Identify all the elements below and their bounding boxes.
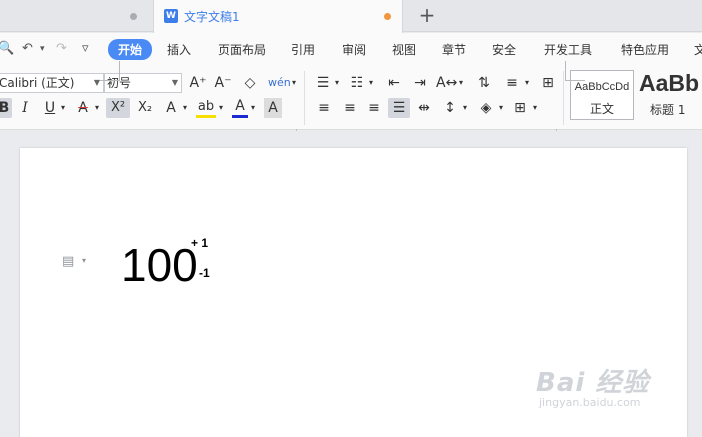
chevron-down-icon[interactable]: ▾ — [92, 98, 102, 118]
subscript-button[interactable]: X₂ — [134, 98, 156, 118]
text-direction-icon[interactable]: A↔ — [436, 73, 457, 93]
align-left-icon[interactable]: ≡ — [314, 98, 334, 118]
chevron-down-icon[interactable]: ▾ — [248, 98, 258, 118]
menu-review[interactable]: 审阅 — [342, 41, 366, 58]
tab-status-dot — [130, 13, 137, 20]
menu-security[interactable]: 安全 — [492, 41, 516, 58]
style-normal-label: 正文 — [589, 102, 614, 116]
margin-corner-top-right — [565, 61, 585, 81]
line-spacing-icon[interactable]: ≡ — [502, 73, 522, 93]
superscript-button[interactable]: X² — [106, 98, 130, 118]
highlight-icon[interactable]: ab — [196, 98, 216, 118]
menu-section[interactable]: 章节 — [442, 41, 466, 58]
sort-icon[interactable]: ⇅ — [474, 73, 494, 93]
chevron-down-icon[interactable]: ▾ — [460, 98, 470, 118]
margin-corner-top-left — [100, 61, 120, 81]
chevron-down-icon[interactable]: ▾ — [522, 73, 532, 93]
chevron-down-icon[interactable]: ▾ — [332, 73, 342, 93]
paragraph-layout-icon[interactable]: ▤ — [62, 255, 74, 269]
distributed-align-icon[interactable]: ⇹ — [414, 98, 434, 118]
align-center-icon[interactable]: ≡ — [340, 98, 360, 118]
chevron-down-icon[interactable]: ▾ — [58, 98, 68, 118]
tab-bar: W 文字文稿1 + — [0, 0, 702, 33]
chevron-down-icon[interactable]: ▾ — [456, 73, 466, 93]
underline-button[interactable]: U — [42, 98, 58, 118]
watermark: Bai 经验 jingyan.baidu.com — [536, 362, 650, 409]
font-family-select[interactable]: Calibri (正文) ▼ — [0, 73, 104, 93]
pinyin-guide-icon[interactable]: wén — [268, 73, 291, 93]
shading-fill-icon[interactable]: ◈ — [476, 98, 496, 118]
document-subscript: -1 — [199, 266, 210, 280]
clear-format-icon[interactable]: ◇ — [240, 73, 260, 93]
menu-home[interactable]: 开始 — [108, 39, 153, 60]
style-heading-sample: AaBb — [639, 70, 700, 96]
undo-icon[interactable]: ↶ — [22, 40, 33, 58]
increase-indent-icon[interactable]: ⇥ — [410, 73, 430, 93]
font-color-icon[interactable]: A — [232, 98, 248, 118]
chevron-down-icon[interactable]: ▾ — [290, 73, 298, 93]
tab-title: 文字文稿1 — [184, 10, 240, 24]
chevron-down-icon[interactable]: ▾ — [82, 256, 86, 265]
chevron-down-icon[interactable]: ▾ — [530, 98, 540, 118]
grow-font-icon[interactable]: A⁺ — [188, 73, 208, 93]
tab-document[interactable]: W 文字文稿1 — [153, 0, 403, 33]
align-right-icon[interactable]: ≡ — [364, 98, 384, 118]
watermark-url: jingyan.baidu.com — [539, 396, 641, 409]
document-text[interactable]: 100 — [121, 237, 198, 293]
redo-icon[interactable]: ↷ — [56, 40, 67, 58]
menu-special[interactable]: 特色应用 — [621, 41, 669, 58]
chevron-down-icon[interactable]: ▾ — [496, 98, 506, 118]
menu-developer[interactable]: 开发工具 — [544, 41, 592, 58]
menu-insert[interactable]: 插入 — [167, 41, 191, 58]
chevron-down-icon[interactable]: ▾ — [180, 98, 190, 118]
font-family-value: Calibri (正文) — [0, 76, 75, 90]
group-separator — [304, 71, 305, 125]
new-tab-button[interactable]: + — [416, 4, 438, 26]
unsaved-dot — [384, 13, 391, 20]
ribbon: 🔍 ↶ ▾ ↷ ▿ 开始 插入 页面布局 引用 审阅 视图 章节 安全 开发工具… — [0, 33, 702, 133]
menu-view[interactable]: 视图 — [392, 41, 416, 58]
writer-doc-icon: W — [164, 9, 178, 23]
justify-icon[interactable]: ☰ — [388, 98, 410, 118]
print-preview-icon[interactable]: 🔍 — [0, 40, 14, 58]
paragraph-spacing-icon[interactable]: ↕ — [440, 98, 460, 118]
group-separator — [563, 71, 564, 125]
numbered-list-icon[interactable]: ☷ — [348, 73, 366, 93]
shrink-font-icon[interactable]: A⁻ — [213, 73, 233, 93]
style-heading-label: 标题 1 — [650, 103, 686, 117]
decrease-indent-icon[interactable]: ⇤ — [384, 73, 404, 93]
watermark-logo: Bai 经验 — [536, 368, 650, 398]
document-superscript: + 1 — [191, 236, 209, 250]
table-icon[interactable]: ⊞ — [538, 73, 558, 93]
strikethrough-button[interactable]: A — [74, 98, 92, 118]
style-heading-1[interactable]: AaBb 标题 1 — [636, 70, 702, 120]
borders-icon[interactable]: ⊞ — [510, 98, 530, 118]
menu-page-layout[interactable]: 页面布局 — [218, 41, 266, 58]
tab-previous[interactable] — [0, 0, 152, 32]
chevron-down-icon[interactable]: ▾ — [366, 73, 376, 93]
text-effect-icon[interactable]: A — [162, 98, 180, 118]
chevron-down-icon: ▼ — [171, 78, 178, 87]
bullet-list-icon[interactable]: ☰ — [314, 73, 332, 93]
bold-button[interactable]: B — [0, 98, 12, 118]
italic-button[interactable]: I — [17, 98, 33, 118]
style-normal-sample: AaBbCcDd — [574, 81, 630, 93]
char-shading-icon[interactable]: A — [264, 98, 282, 118]
customize-qa-icon[interactable]: ▿ — [82, 40, 89, 58]
undo-dropdown-icon[interactable]: ▾ — [40, 40, 45, 58]
menu-references[interactable]: 引用 — [291, 41, 315, 58]
chevron-down-icon[interactable]: ▾ — [216, 98, 226, 118]
menu-more[interactable]: 文 — [694, 41, 702, 58]
